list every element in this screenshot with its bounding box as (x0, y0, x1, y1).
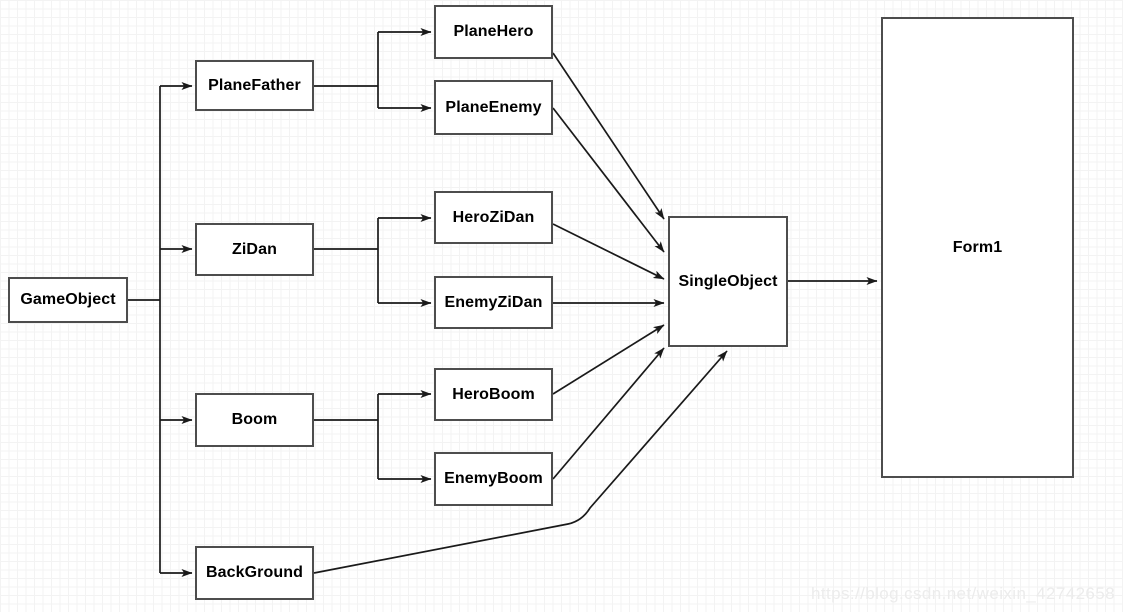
node-label: SingleObject (678, 272, 778, 290)
node-label: HeroBoom (452, 385, 535, 403)
node-label: PlaneEnemy (445, 98, 542, 116)
node-label: HeroZiDan (452, 208, 535, 226)
node-label: Boom (231, 411, 278, 428)
diagram-canvas: GameObject PlaneFather ZiDan Boom BackGr… (0, 0, 1123, 612)
node-planeenemy[interactable]: PlaneEnemy (434, 80, 553, 135)
edge-planehero-singleobject (552, 52, 665, 220)
node-label: EnemyBoom (444, 470, 543, 487)
edge-herozidan-singleobject (552, 223, 665, 280)
watermark: https://blog.csdn.net/weixin_42742658 (810, 584, 1115, 603)
node-label: BackGround (205, 564, 303, 581)
edge-heroboom-singleobject (552, 324, 665, 395)
node-enemyzidan[interactable]: EnemyZiDan (434, 276, 553, 329)
node-background[interactable]: BackGround (195, 546, 314, 600)
node-label: PlaneFather (208, 76, 301, 94)
node-label: GameObject (20, 291, 116, 308)
node-planefather[interactable]: PlaneFather (195, 60, 314, 111)
node-gameobject[interactable]: GameObject (8, 277, 128, 323)
edge-planeenemy-singleobject (552, 107, 665, 253)
node-planehero[interactable]: PlaneHero (434, 5, 553, 59)
node-form1[interactable]: Form1 (881, 17, 1074, 478)
node-label: ZiDan (232, 240, 277, 258)
node-singleobject[interactable]: SingleObject (668, 216, 788, 347)
node-enemyboom[interactable]: EnemyBoom (434, 452, 553, 506)
node-herozidan[interactable]: HeroZiDan (434, 191, 553, 244)
node-label: EnemyZiDan (444, 293, 543, 311)
node-label: Form1 (952, 238, 1003, 256)
node-boom[interactable]: Boom (195, 393, 314, 447)
edge-enemyboom-singleobject (552, 347, 665, 480)
node-label: PlaneHero (453, 23, 534, 40)
node-heroboom[interactable]: HeroBoom (434, 368, 553, 421)
node-zidan[interactable]: ZiDan (195, 223, 314, 276)
